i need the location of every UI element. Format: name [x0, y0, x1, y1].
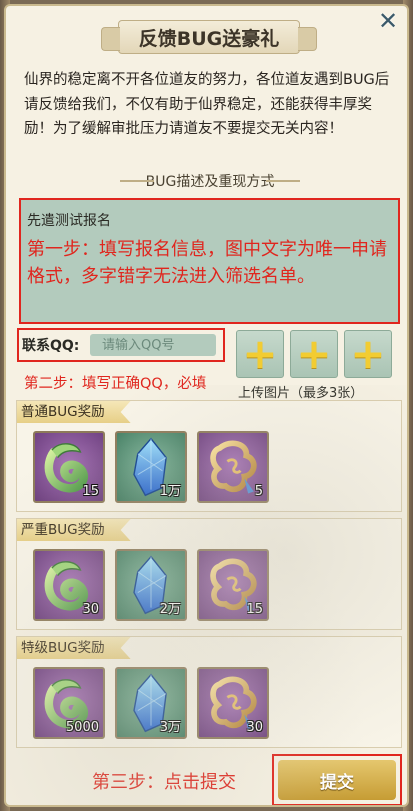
step1-annotation: 第一步：填写报名信息，图中文字为唯一申请格式，多字错字无法进入筛选名单。	[27, 239, 387, 287]
item-quantity: 1万	[159, 484, 181, 499]
submit-highlight: 提交	[272, 754, 402, 805]
step3-annotation: 第三步：点击提交	[92, 772, 236, 793]
item-quantity: 5	[254, 484, 263, 499]
blue-crystal-icon[interactable]: 1万	[115, 431, 187, 503]
step2-annotation: 第二步：填写正确QQ，必填	[24, 376, 207, 392]
plus-icon: +	[296, 329, 332, 378]
jade-ruyi-icon[interactable]: 5000	[33, 667, 105, 739]
item-quantity: 30	[82, 602, 99, 617]
upload-slot-3[interactable]: +	[344, 330, 392, 378]
jade-ruyi-icon[interactable]: 30	[33, 549, 105, 621]
intro-text: 仙界的稳定离不开各位道友的努力，各位道友遇到BUG后请反馈给我们，不仅有助于仙界…	[24, 72, 390, 137]
qq-input[interactable]	[90, 334, 216, 356]
reward-panel-serious: 严重BUG奖励 30 2万 15	[16, 518, 402, 630]
item-quantity: 5000	[65, 720, 99, 735]
bug-description-textarea[interactable]: 先遣测试报名 第一步：填写报名信息，图中文字为唯一申请格式，多字错字无法进入筛选…	[19, 198, 400, 324]
reward-panel-critical: 特级BUG奖励 5000 3万 30	[16, 636, 402, 748]
jade-ruyi-icon[interactable]: 15	[33, 431, 105, 503]
reward-title: 普通BUG奖励	[17, 401, 131, 423]
qq-label: 联系QQ:	[22, 338, 80, 354]
item-quantity: 15	[82, 484, 99, 499]
reward-panel-normal: 普通BUG奖励 15 1万 5	[16, 400, 402, 512]
description-placeholder: 先遣测试报名	[27, 213, 111, 229]
feedback-dialog: 反馈BUG送豪礼 ✕ 仙界的稳定离不开各位道友的努力，各位道友遇到BUG后请反馈…	[4, 4, 409, 807]
submit-button[interactable]: 提交	[278, 760, 396, 800]
upload-slot-2[interactable]: +	[290, 330, 338, 378]
close-icon[interactable]: ✕	[375, 8, 401, 34]
gold-amulet-icon[interactable]: 15	[197, 549, 269, 621]
upload-hint: 上传图片（最多3张）	[238, 386, 364, 401]
plus-icon: +	[350, 329, 386, 378]
item-quantity: 15	[246, 602, 263, 617]
upload-slot-1[interactable]: +	[236, 330, 284, 378]
plus-icon: +	[242, 329, 278, 378]
gold-amulet-icon[interactable]: 5	[197, 431, 269, 503]
dialog-title: 反馈BUG送豪礼	[101, 20, 317, 54]
blue-crystal-icon[interactable]: 3万	[115, 667, 187, 739]
gold-amulet-icon[interactable]: 30	[197, 667, 269, 739]
qq-field-group: 联系QQ:	[17, 328, 225, 362]
blue-crystal-icon[interactable]: 2万	[115, 549, 187, 621]
reward-title: 特级BUG奖励	[17, 637, 131, 659]
item-quantity: 3万	[159, 720, 181, 735]
description-header: BUG描述及重现方式	[120, 170, 300, 192]
item-quantity: 2万	[159, 602, 181, 617]
item-quantity: 30	[246, 720, 263, 735]
reward-title: 严重BUG奖励	[17, 519, 131, 541]
